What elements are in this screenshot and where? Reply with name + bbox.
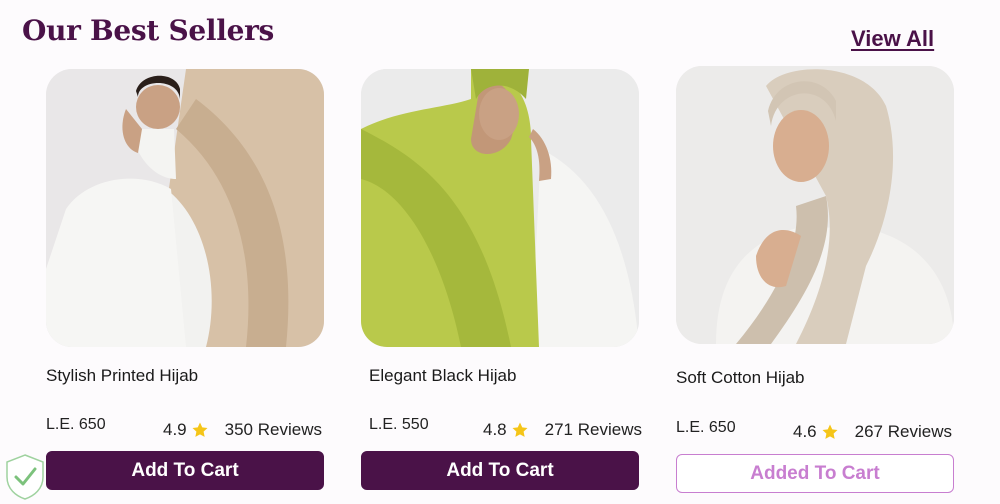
- shield-check-badge-icon[interactable]: [3, 453, 47, 501]
- add-to-cart-button[interactable]: Add To Cart: [361, 451, 639, 490]
- product-image[interactable]: [676, 66, 954, 344]
- product-image[interactable]: [361, 69, 639, 347]
- product-price: L.E. 650: [676, 419, 736, 436]
- star-icon: [512, 422, 528, 437]
- star-icon: [822, 424, 838, 439]
- rating-value: 4.9: [163, 420, 187, 439]
- product-image[interactable]: [46, 69, 324, 347]
- product-rating: 4.6 267 Reviews: [793, 422, 952, 442]
- product-price: L.E. 650: [46, 416, 106, 433]
- review-count: 267 Reviews: [854, 422, 952, 441]
- rating-value: 4.6: [793, 422, 817, 441]
- add-to-cart-button[interactable]: Add To Cart: [46, 451, 324, 490]
- review-count: 350 Reviews: [224, 420, 322, 439]
- review-count: 271 Reviews: [544, 420, 642, 439]
- view-all-link[interactable]: View All: [851, 26, 934, 52]
- product-name[interactable]: Soft Cotton Hijab: [676, 368, 805, 388]
- product-price: L.E. 550: [369, 416, 429, 433]
- added-to-cart-button[interactable]: Added To Cart: [676, 454, 954, 493]
- product-photo-elegant-hijab: [361, 69, 639, 347]
- product-name[interactable]: Elegant Black Hijab: [369, 366, 516, 386]
- product-rating: 4.9 350 Reviews: [163, 420, 322, 440]
- product-photo-printed-hijab: [46, 69, 324, 347]
- section-title: Our Best Sellers: [22, 14, 275, 47]
- product-rating: 4.8 271 Reviews: [483, 420, 642, 440]
- product-name[interactable]: Stylish Printed Hijab: [46, 366, 198, 386]
- product-photo-cotton-hijab: [676, 66, 954, 344]
- rating-value: 4.8: [483, 420, 507, 439]
- star-icon: [192, 422, 208, 437]
